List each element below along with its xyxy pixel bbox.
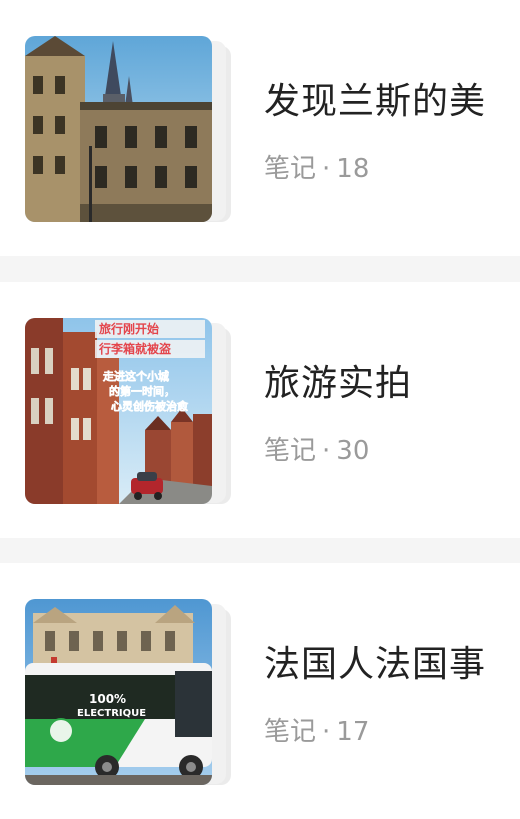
section-divider <box>0 538 520 564</box>
notebook-meta: 笔记 · 17 <box>264 711 369 748</box>
notes-count: 17 <box>336 717 370 747</box>
notebook-card-travel[interactable]: 旅行刚开始 行李箱就被盗 走进这个小城 的第一时间， 心灵创伤被治愈 旅游实拍 … <box>0 282 520 538</box>
bus-photo: 100% ELECTRIQUE <box>25 599 212 785</box>
section-divider <box>0 256 520 282</box>
cover-text-line3: 走进这个小城 <box>102 369 169 383</box>
notebook-title: 法国人法国事 <box>264 644 487 685</box>
notebook-meta: 笔记 · 18 <box>264 148 369 185</box>
street-photo: 旅行刚开始 行李箱就被盗 走进这个小城 的第一时间， 心灵创伤被治愈 <box>25 318 212 504</box>
notes-count: 18 <box>336 154 370 184</box>
cover-text-line5: 心灵创伤被治愈 <box>111 399 189 413</box>
bus-text-line2: ELECTRIQUE <box>77 708 146 719</box>
notes-label: 笔记 <box>264 717 317 747</box>
cover-text-line2: 行李箱就被盗 <box>98 341 171 356</box>
notebook-meta: 笔记 · 30 <box>264 430 369 467</box>
notebook-cover-image: 100% ELECTRIQUE <box>25 599 212 785</box>
meta-separator: · <box>322 436 331 466</box>
cover-stack <box>25 36 235 224</box>
cover-stack: 旅行刚开始 行李箱就被盗 走进这个小城 的第一时间， 心灵创伤被治愈 <box>25 318 235 506</box>
notes-label: 笔记 <box>264 436 317 466</box>
notebook-card-french-life[interactable]: 100% ELECTRIQUE 法国人法国事 笔记 · 17 <box>0 563 520 819</box>
notes-count: 30 <box>336 436 370 466</box>
meta-separator: · <box>322 717 331 747</box>
cover-text-line4: 的第一时间， <box>109 384 175 398</box>
notebook-card-reims[interactable]: 发现兰斯的美 笔记 · 18 <box>0 0 520 256</box>
bus-text-line1: 100% <box>89 692 126 706</box>
cathedral-photo <box>25 36 212 222</box>
notebook-list: 发现兰斯的美 笔记 · 18 旅行刚开始 行李箱就被盗 走进这个小城 的第一时间… <box>0 0 520 819</box>
notebook-title: 旅游实拍 <box>264 363 413 404</box>
cover-stack: 100% ELECTRIQUE <box>25 599 235 787</box>
notes-label: 笔记 <box>264 154 317 184</box>
notebook-title: 发现兰斯的美 <box>264 81 487 122</box>
notebook-cover-image: 旅行刚开始 行李箱就被盗 走进这个小城 的第一时间， 心灵创伤被治愈 <box>25 318 212 504</box>
meta-separator: · <box>322 154 331 184</box>
cover-text-line1: 旅行刚开始 <box>99 321 159 336</box>
notebook-cover-image <box>25 36 212 222</box>
